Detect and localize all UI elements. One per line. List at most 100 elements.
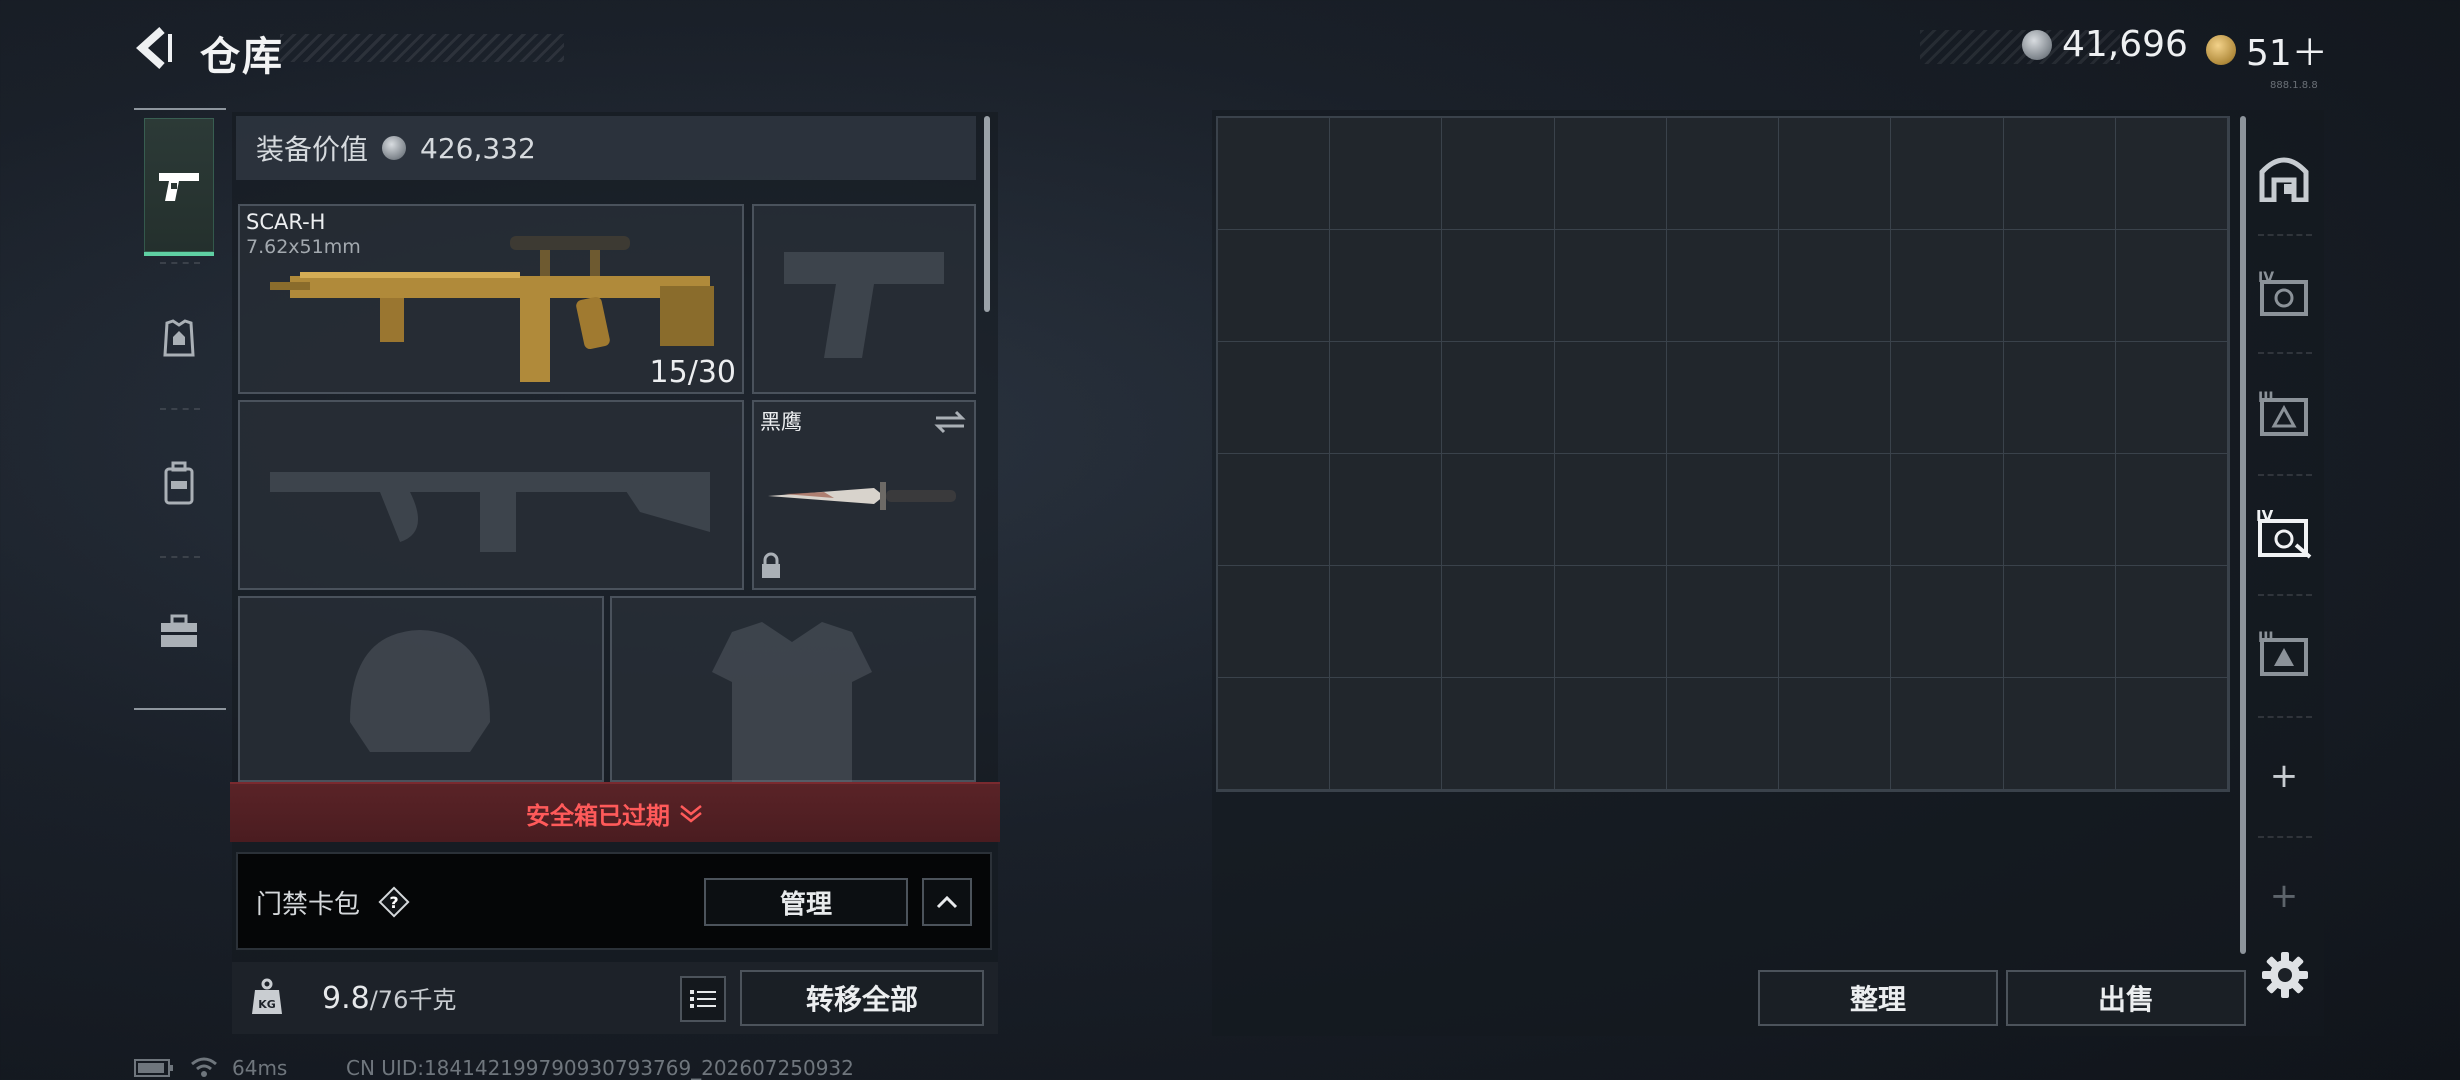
grid-cell[interactable] bbox=[1442, 342, 1555, 454]
grid-cell[interactable] bbox=[2115, 678, 2228, 790]
gold-amount: 51＋ bbox=[2246, 33, 2328, 74]
grid-cell[interactable] bbox=[1554, 678, 1667, 790]
grid-cell[interactable] bbox=[2003, 342, 2116, 454]
tab-backpack[interactable] bbox=[144, 414, 214, 552]
add-container-button[interactable]: + bbox=[2254, 746, 2314, 806]
grid-cell[interactable] bbox=[1442, 118, 1555, 230]
rail-divider bbox=[160, 408, 200, 410]
grid-cell[interactable] bbox=[2115, 118, 2228, 230]
grid-cell[interactable] bbox=[1330, 566, 1443, 678]
grid-cell[interactable] bbox=[2003, 566, 2116, 678]
pistol-icon bbox=[159, 173, 199, 201]
grid-cell[interactable] bbox=[2003, 118, 2116, 230]
help-button[interactable]: ? bbox=[378, 886, 410, 918]
grid-cell[interactable] bbox=[1442, 566, 1555, 678]
sidearm-slot[interactable] bbox=[752, 204, 976, 394]
warehouse-grid[interactable] bbox=[1216, 116, 2230, 792]
rail-storage-button[interactable] bbox=[2254, 148, 2314, 208]
grid-cell[interactable] bbox=[1554, 566, 1667, 678]
grid-cell[interactable] bbox=[2115, 230, 2228, 342]
grid-cell[interactable] bbox=[1891, 118, 2004, 230]
manage-keycards-button[interactable]: 管理 bbox=[704, 878, 908, 926]
loadout-scrollbar[interactable] bbox=[984, 116, 990, 312]
grid-cell[interactable] bbox=[2003, 678, 2116, 790]
grid-cell[interactable] bbox=[1779, 342, 1892, 454]
plus-icon: + bbox=[2269, 876, 2299, 916]
list-icon bbox=[690, 990, 716, 1008]
grid-cell[interactable] bbox=[1666, 118, 1780, 230]
tab-toolbox[interactable] bbox=[144, 562, 214, 700]
grid-cell[interactable] bbox=[1442, 454, 1555, 566]
grid-cell[interactable] bbox=[2003, 230, 2116, 342]
grid-cell[interactable] bbox=[1779, 230, 1892, 342]
grid-cell[interactable] bbox=[1554, 342, 1667, 454]
grid-cell[interactable] bbox=[1666, 342, 1780, 454]
grid-cell[interactable] bbox=[1442, 230, 1555, 342]
grid-cell[interactable] bbox=[1779, 118, 1892, 230]
grid-cell[interactable] bbox=[1779, 454, 1892, 566]
grid-cell[interactable] bbox=[1779, 566, 1892, 678]
pistol-silhouette-icon bbox=[784, 252, 944, 358]
grid-cell[interactable] bbox=[1891, 566, 2004, 678]
rail-case-iv-button[interactable]: IV bbox=[2254, 264, 2314, 324]
rail-case-iii-warning-button[interactable]: III bbox=[2254, 624, 2314, 684]
combat-knife-image bbox=[768, 482, 956, 510]
grid-cell[interactable] bbox=[1218, 454, 1331, 566]
vest-silhouette-icon bbox=[712, 622, 872, 782]
grid-cell[interactable] bbox=[2115, 566, 2228, 678]
rail-divider bbox=[2258, 716, 2312, 718]
helmet-slot[interactable] bbox=[238, 596, 604, 782]
warehouse-scrollbar[interactable] bbox=[2240, 116, 2246, 954]
sell-button[interactable]: 出售 bbox=[2006, 970, 2246, 1026]
grid-cell[interactable] bbox=[1330, 454, 1443, 566]
rail-case-iv-active-button[interactable]: IV bbox=[2254, 504, 2314, 564]
settings-button[interactable] bbox=[2260, 950, 2310, 1000]
body-armor-slot[interactable] bbox=[610, 596, 976, 782]
weight-max: /76千克 bbox=[369, 986, 457, 1014]
tab-weapons[interactable] bbox=[144, 118, 214, 256]
rail-divider bbox=[160, 262, 200, 264]
transfer-all-button[interactable]: 转移全部 bbox=[740, 970, 984, 1026]
grid-cell[interactable] bbox=[1891, 454, 2004, 566]
gold-currency[interactable]: 51＋ bbox=[2206, 24, 2328, 76]
grid-cell[interactable] bbox=[1666, 454, 1780, 566]
grid-cell[interactable] bbox=[1218, 678, 1331, 790]
grid-cell[interactable] bbox=[1891, 342, 2004, 454]
sort-button[interactable]: 整理 bbox=[1758, 970, 1998, 1026]
grid-cell[interactable] bbox=[2003, 454, 2116, 566]
grid-cell[interactable] bbox=[1330, 342, 1443, 454]
grid-cell[interactable] bbox=[1554, 118, 1667, 230]
tab-armor[interactable] bbox=[144, 270, 214, 408]
rifle-silhouette-icon bbox=[270, 472, 710, 552]
collapse-keycard-button[interactable] bbox=[922, 878, 972, 926]
safe-box-expired-banner[interactable]: 安全箱已过期 bbox=[230, 782, 1000, 842]
secondary-weapon-slot[interactable] bbox=[238, 400, 744, 590]
grid-cell[interactable] bbox=[1218, 118, 1331, 230]
grid-cell[interactable] bbox=[1554, 230, 1667, 342]
rail-case-iii-button[interactable]: III bbox=[2254, 384, 2314, 444]
grid-cell[interactable] bbox=[1330, 678, 1443, 790]
grid-cell[interactable] bbox=[1330, 118, 1443, 230]
grid-cell[interactable] bbox=[1666, 230, 1780, 342]
helmet-silhouette-icon bbox=[350, 630, 490, 752]
grid-cell[interactable] bbox=[1218, 566, 1331, 678]
add-container-button-disabled[interactable]: + bbox=[2254, 866, 2314, 926]
grid-cell[interactable] bbox=[1442, 678, 1555, 790]
back-button[interactable] bbox=[132, 24, 180, 72]
melee-slot[interactable]: 黑鹰 bbox=[752, 400, 976, 590]
grid-cell[interactable] bbox=[1891, 230, 2004, 342]
grid-cell[interactable] bbox=[2115, 342, 2228, 454]
grid-cell[interactable] bbox=[1666, 678, 1780, 790]
gear-icon bbox=[2262, 952, 2308, 998]
grid-cell[interactable] bbox=[2115, 454, 2228, 566]
swap-icon[interactable] bbox=[934, 410, 966, 434]
grid-cell[interactable] bbox=[1330, 230, 1443, 342]
grid-cell[interactable] bbox=[1779, 678, 1892, 790]
grid-cell[interactable] bbox=[1218, 342, 1331, 454]
list-view-button[interactable] bbox=[680, 976, 726, 1022]
grid-cell[interactable] bbox=[1891, 678, 2004, 790]
primary-weapon-slot[interactable]: SCAR-H 7.62x51mm 15/30 bbox=[238, 204, 744, 394]
grid-cell[interactable] bbox=[1666, 566, 1780, 678]
grid-cell[interactable] bbox=[1218, 230, 1331, 342]
grid-cell[interactable] bbox=[1554, 454, 1667, 566]
